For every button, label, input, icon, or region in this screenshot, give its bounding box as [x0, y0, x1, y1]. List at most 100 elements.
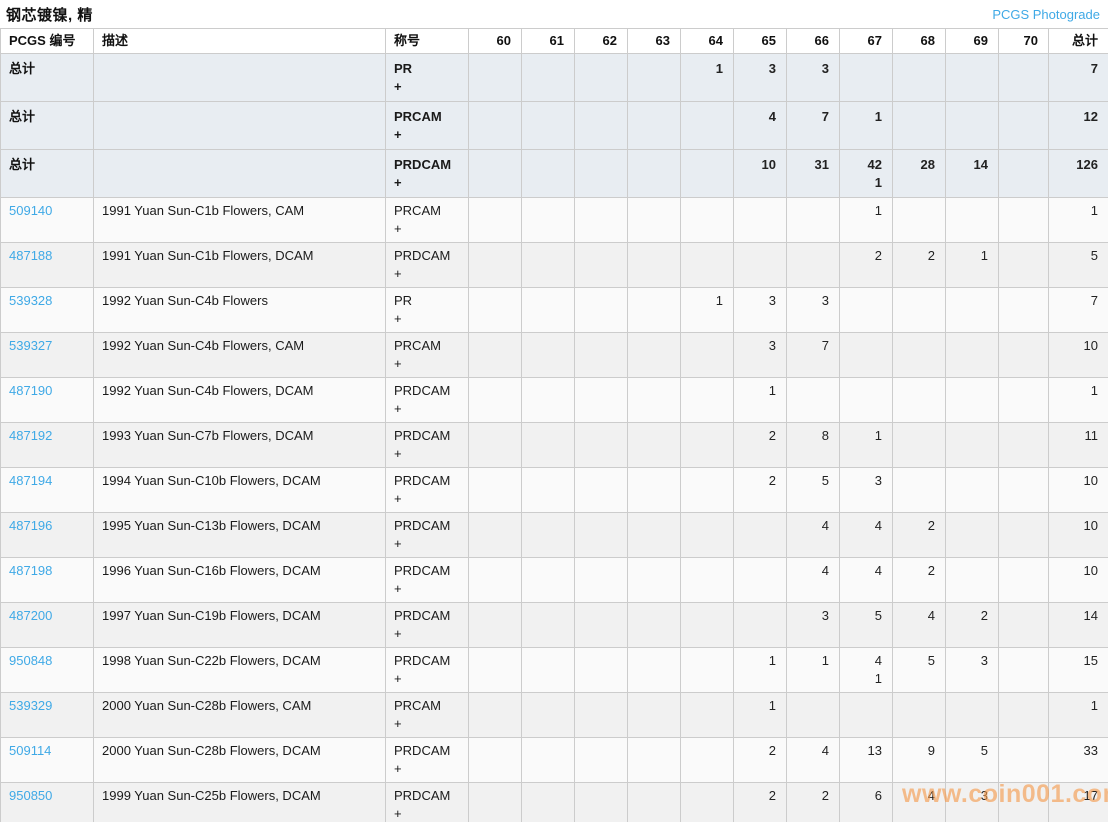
grade-count-value: [954, 427, 988, 445]
grade-count-value: [848, 60, 882, 78]
grade-count-value: 2: [901, 562, 935, 580]
grade-64-count-cell: [681, 513, 734, 558]
designation-plus-label: +: [394, 126, 460, 144]
grade-count-value: 4: [848, 517, 882, 535]
population-table: PCGS 编号描述称号6061626364656667686970总计 总计PR…: [0, 28, 1108, 822]
grade-65-count-cell: [734, 198, 787, 243]
grade-count-value: [583, 787, 617, 805]
grade-66-count-cell: 4: [787, 513, 840, 558]
table-row: 5091401991 Yuan Sun-C1b Flowers, CAMPRCA…: [1, 198, 1108, 243]
pcgs-number-link[interactable]: 509140: [9, 203, 52, 218]
grade-count-value: [1007, 108, 1038, 126]
designation-label: PRDCAM: [394, 787, 460, 805]
pcgs-number-cell: 950850: [1, 783, 94, 822]
designation-label: PRDCAM: [394, 652, 460, 670]
grade-count-value: 2: [901, 247, 935, 265]
designation-cell: PRCAM+: [386, 102, 469, 150]
grade-67-count-cell: 41: [840, 648, 893, 693]
grade-70-count-cell: [999, 738, 1049, 783]
grade-60-count-cell: [469, 378, 522, 423]
pcgs-number-link[interactable]: 487188: [9, 248, 52, 263]
grade-count-value: [689, 697, 723, 715]
table-row: 5393271992 Yuan Sun-C4b Flowers, CAMPRCA…: [1, 333, 1108, 378]
grade-count-value: [689, 607, 723, 625]
table-row: 4871921993 Yuan Sun-C7b Flowers, DCAMPRD…: [1, 423, 1108, 468]
summary-row: 总计PRDCAM+10314212814126: [1, 150, 1108, 198]
designation-cell: PRCAM+: [386, 693, 469, 738]
grade-count-value: 1: [742, 382, 776, 400]
grade-69-count-cell: 14: [946, 150, 999, 198]
grade-count-value: [477, 427, 511, 445]
grade-count-value: [901, 108, 935, 126]
designation-plus-label: +: [394, 535, 460, 553]
grade-62-count-cell: [575, 243, 628, 288]
grade-62-count-cell: [575, 198, 628, 243]
grade-60-count-cell: [469, 558, 522, 603]
grade-count-value: [1007, 247, 1038, 265]
description-cell: 2000 Yuan Sun-C28b Flowers, DCAM: [94, 738, 386, 783]
pcgs-number-link[interactable]: 487190: [9, 383, 52, 398]
grade-count-value: [477, 652, 511, 670]
pcgs-number-link[interactable]: 539329: [9, 698, 52, 713]
grade-count-value: [795, 202, 829, 220]
pcgs-number-link[interactable]: 950848: [9, 653, 52, 668]
pcgs-number-link[interactable]: 487198: [9, 563, 52, 578]
designation-cell: PRDCAM+: [386, 603, 469, 648]
grade-count-value: [901, 337, 935, 355]
grade-count-value: [530, 202, 564, 220]
table-row: 5393281992 Yuan Sun-C4b FlowersPR+1337: [1, 288, 1108, 333]
grade-count-value: 3: [795, 60, 829, 78]
pcgs-number-link[interactable]: 950850: [9, 788, 52, 803]
grade-count-value: 10: [742, 156, 776, 174]
grade-count-value: [689, 156, 723, 174]
grade-count-value: 1: [848, 202, 882, 220]
total-count-value: 10: [1057, 337, 1098, 355]
grade-62-count-cell: [575, 423, 628, 468]
grade-count-value: 13: [848, 742, 882, 760]
pcgs-number-link[interactable]: 539328: [9, 293, 52, 308]
grade-66-count-cell: 7: [787, 102, 840, 150]
grade-count-value: [530, 472, 564, 490]
grade-count-value: [954, 382, 988, 400]
grade-61-count-cell: [522, 102, 575, 150]
pcgs-number-link[interactable]: 509114: [9, 743, 51, 758]
grade-60-count-cell: [469, 54, 522, 102]
grade-count-value: [583, 742, 617, 760]
grade-count-value: [689, 517, 723, 535]
pcgs-number-link[interactable]: 487200: [9, 608, 52, 623]
grade-count-value: [1007, 337, 1038, 355]
pcgs-number-link[interactable]: 539327: [9, 338, 52, 353]
grade-count-value: 7: [795, 337, 829, 355]
grade-63-count-cell: [628, 333, 681, 378]
designation-label: PRCAM: [394, 337, 460, 355]
pcgs-number-link[interactable]: 487194: [9, 473, 52, 488]
grade-68-count-cell: [893, 378, 946, 423]
designation-label: PRCAM: [394, 697, 460, 715]
grade-60-count-cell: [469, 423, 522, 468]
grade-count-value: 1: [954, 247, 988, 265]
description-cell: 1999 Yuan Sun-C25b Flowers, DCAM: [94, 783, 386, 822]
grade-count-value: [954, 108, 988, 126]
designation-plus-label: +: [394, 78, 460, 96]
grade-count-value: [1007, 562, 1038, 580]
grade-70-count-cell: [999, 288, 1049, 333]
photograde-link[interactable]: PCGS Photograde: [992, 7, 1100, 22]
description-cell: 1993 Yuan Sun-C7b Flowers, DCAM: [94, 423, 386, 468]
grade-67-count-cell: [840, 378, 893, 423]
pcgs-number-link[interactable]: 487192: [9, 428, 52, 443]
grade-70-count-cell: [999, 243, 1049, 288]
designation-plus-label: +: [394, 310, 460, 328]
pcgs-number-link[interactable]: 487196: [9, 518, 52, 533]
grade-count-value: 2: [901, 517, 935, 535]
table-row: 950850 1999 Yuan Sun-C25b Flowers, DCAM PR…: [1, 783, 1108, 822]
grade-68-count-cell: [893, 54, 946, 102]
total-count-cell: 17: [1049, 783, 1108, 822]
grade-count-value: [689, 337, 723, 355]
table-row: 5393292000 Yuan Sun-C28b Flowers, CAMPRC…: [1, 693, 1108, 738]
grade-count-value: [477, 202, 511, 220]
grade-count-value: [477, 247, 511, 265]
grade-count-value: [954, 337, 988, 355]
grade-count-value: [1007, 156, 1038, 174]
grade-count-value: 1: [848, 427, 882, 445]
grade-69-count-cell: [946, 378, 999, 423]
